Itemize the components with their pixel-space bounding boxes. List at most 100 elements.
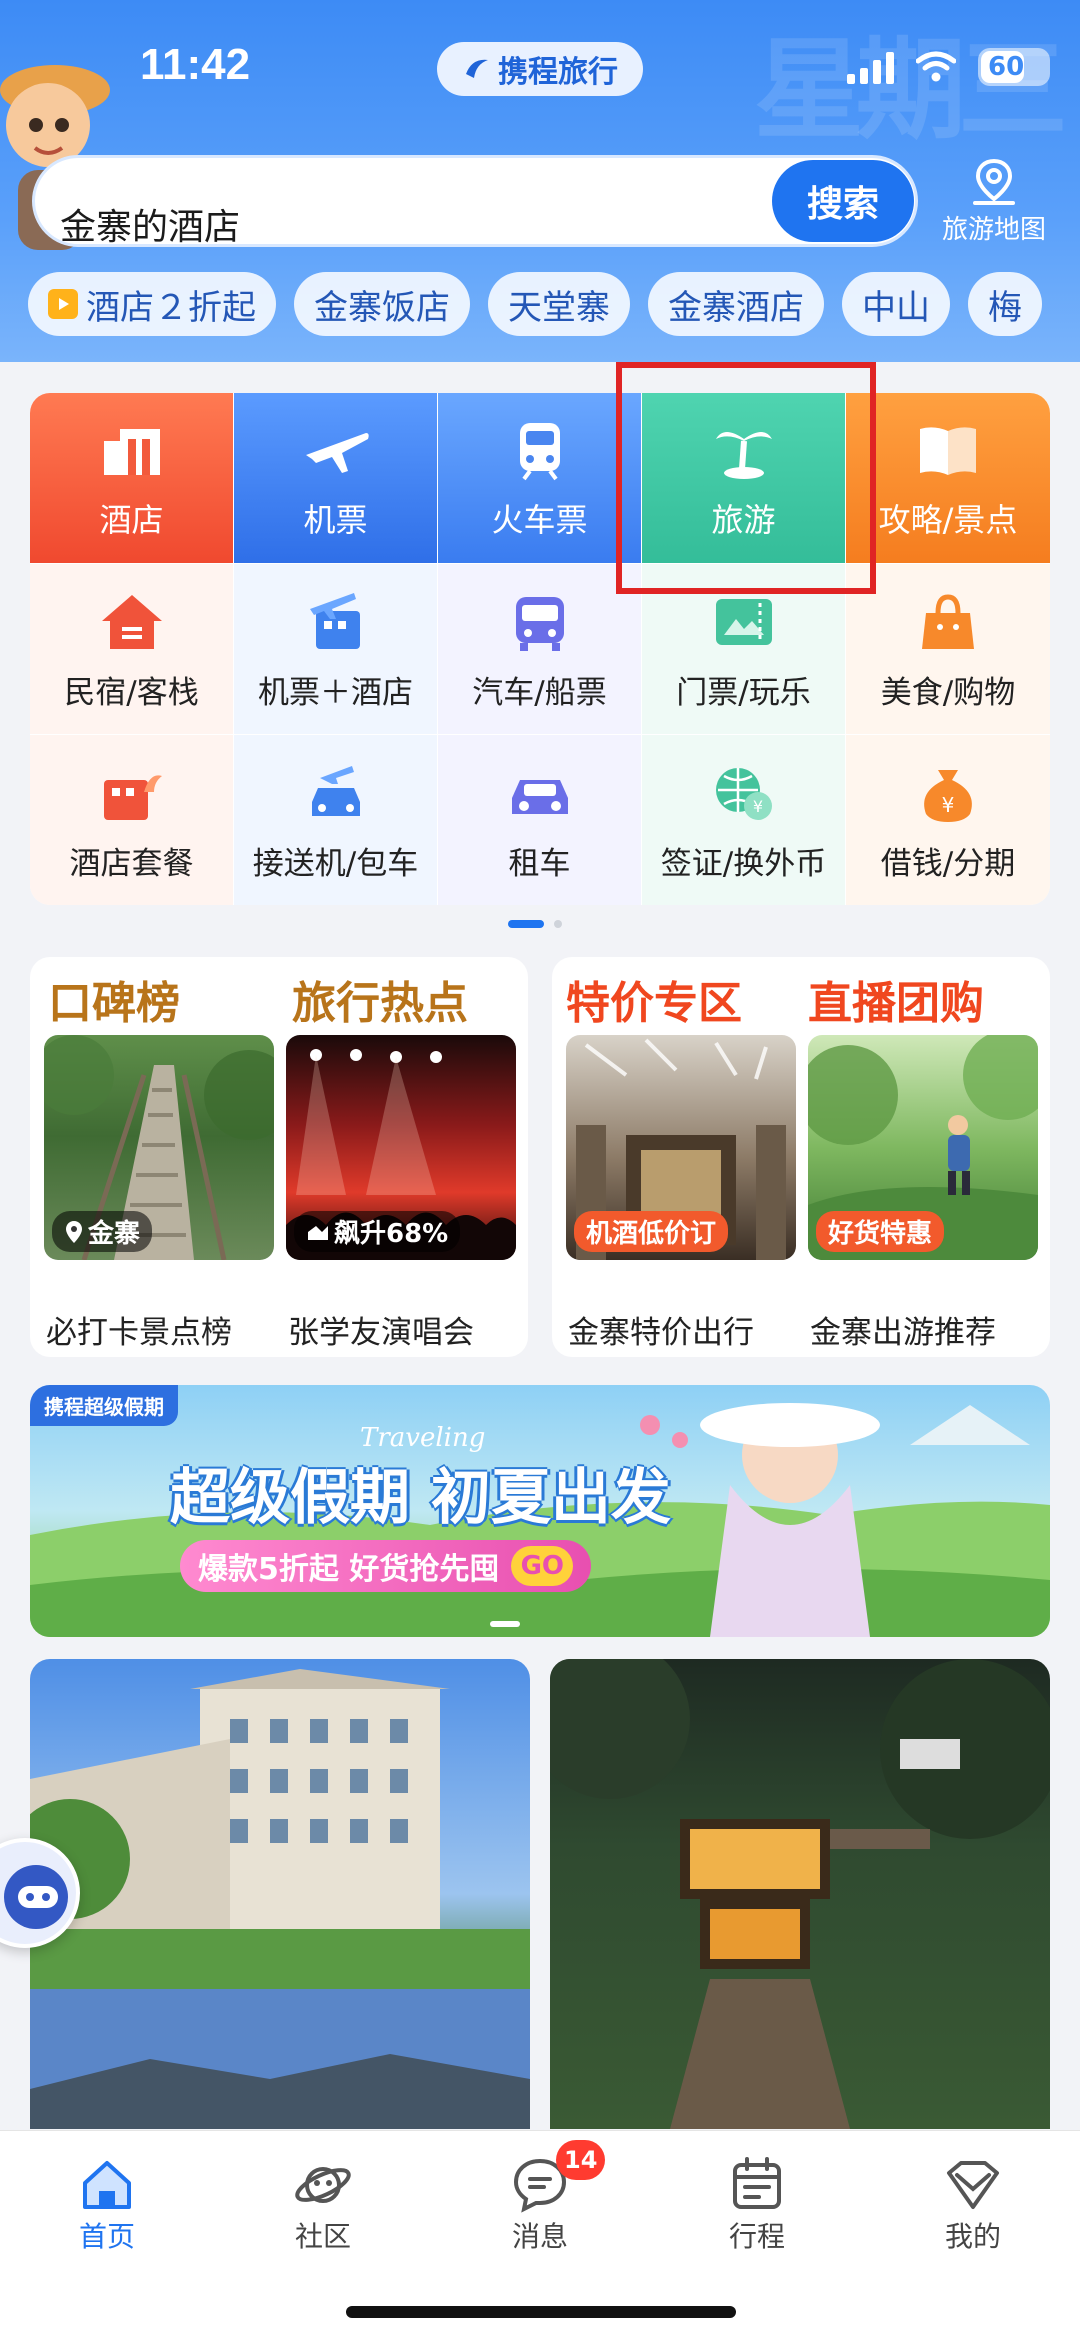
car-transfer-icon [311,766,360,816]
assistant-floating-button[interactable] [0,1838,80,1948]
hotel-icon [103,429,160,475]
caption-scenic[interactable]: 必打卡景点榜 [46,1307,232,1352]
tile-label: 酒店 [99,501,164,539]
tile-loan-installment[interactable]: ¥ 借钱/分期 [846,735,1050,905]
car-icon [511,780,568,814]
card-title-deals[interactable]: 特价专区 [566,967,742,1031]
tile-flight[interactable]: 机票 [234,393,437,563]
tile-car-rental[interactable]: 租车 [438,735,641,905]
nav-label: 社区 [294,2220,351,2253]
chip-jinzhai-hotel[interactable]: 金寨酒店 [648,272,824,336]
chip-label: 酒店２折起 [86,287,256,328]
cellular-signal-icon [847,50,894,84]
house-icon [101,595,162,649]
nav-community[interactable]: 社区 [258,2155,388,2255]
discount-tag: 好货特惠 [816,1211,945,1252]
status-time: 11:42 [140,40,251,89]
feed-hotel-image[interactable] [30,1659,530,2129]
caption-concert[interactable]: 张学友演唱会 [288,1307,474,1352]
nav-itinerary[interactable]: 行程 [692,2155,822,2255]
tile-label: 门票/玩乐 [676,675,811,711]
deal-tag: 机酒低价订 [574,1211,729,1252]
thumb-concert[interactable]: 飙升68% [286,1035,516,1260]
caption-recommend[interactable]: 金寨出游推荐 [810,1307,996,1352]
chip-mei[interactable]: 梅 [968,272,1042,336]
tile-train[interactable]: 火车票 [438,393,641,563]
caption-deal[interactable]: 金寨特价出行 [568,1307,754,1352]
robot-assistant-icon [4,1865,68,1929]
tile-homestay[interactable]: 民宿/客栈 [30,564,233,734]
thumb-scenic-stairs[interactable]: 金寨 [44,1035,274,1260]
tile-label: 火车票 [491,501,588,539]
tile-bus-ferry[interactable]: 汽车/船票 [438,564,641,734]
bus-icon [515,597,564,651]
location-tag: 金寨 [52,1211,153,1252]
tile-hotel[interactable]: 酒店 [30,393,233,563]
tile-label: 美食/购物 [880,675,1016,711]
map-pin-icon [973,158,1015,205]
chip-jinzhai-restaurant[interactable]: 金寨饭店 [294,272,470,336]
money-bag-icon: ¥ [924,770,972,822]
banner-indicator [490,1621,520,1627]
tile-flight-hotel[interactable]: 机票＋酒店 [234,564,437,734]
tile-label: 攻略/景点 [878,501,1018,539]
search-input[interactable]: 金寨的酒店 [60,198,240,250]
tile-food-shopping[interactable]: 美食/购物 [846,564,1050,734]
chip-label: 金寨酒店 [668,287,804,328]
tile-label: 酒店套餐 [69,846,194,882]
feed-treehouse-image[interactable] [550,1659,1050,2129]
shopping-bag-icon [922,594,974,649]
ctrip-logo-icon [466,59,488,78]
chip-label: 中山 [862,287,930,328]
chip-hotel-discount[interactable]: 酒店２折起 [28,272,276,336]
home-indicator [346,2306,736,2318]
trend-up-icon [308,1225,328,1240]
banner-headline: 超级假期 初夏出发 [170,1463,671,1533]
tile-hotel-package[interactable]: 酒店套餐 [30,735,233,905]
banner-go-button[interactable]: GO [511,1546,574,1586]
tile-label: 签证/换外币 [660,846,827,882]
diamond-icon [947,2161,999,2209]
tile-label: 租车 [508,846,571,882]
wifi-icon [916,51,956,82]
treehouse-image [550,1659,1050,2129]
banner-sub-pill: 爆款5折起 好货抢先囤 GO [180,1540,592,1592]
thumb-outdoor[interactable]: 好货特惠 [808,1035,1038,1260]
planet-icon [295,2167,351,2203]
brand-name: 携程旅行 [498,55,618,90]
home-icon [83,2161,131,2209]
status-icons: 60 [847,48,1050,86]
card-title-live[interactable]: 直播团购 [808,967,984,1031]
card-deals-live: 特价专区 直播团购 机酒低价订 金寨特价出行 好货特惠 金寨出游推荐 [552,957,1050,1357]
promo-banner[interactable]: 携程超级假期 Traveling 超级假期 初夏出发 爆款5折起 好货抢先囤 G… [30,1385,1050,1637]
airplane-icon [305,433,369,473]
tile-label: 借钱/分期 [880,846,1016,882]
location-tag-text: 金寨 [88,1219,141,1249]
hotel-building-image [30,1669,530,2129]
chip-zhongshan[interactable]: 中山 [842,272,950,336]
battery-icon: 60 [978,48,1050,86]
quick-chips: 酒店２折起 金寨饭店 天堂寨 金寨酒店 中山 梅 [28,272,1042,336]
chip-tiantangzhai[interactable]: 天堂寨 [488,272,630,336]
nav-label: 首页 [78,2220,135,2253]
tile-guide[interactable]: 攻略/景点 [846,393,1050,563]
nav-home[interactable]: 首页 [42,2155,172,2255]
page-indicator [508,920,562,928]
battery-level: 60 [988,52,1025,82]
card-title-ranking[interactable]: 口碑榜 [48,967,180,1031]
visa-currency-icon: ¥ [715,768,772,820]
tile-label: 民宿/客栈 [64,675,199,711]
search-button[interactable]: 搜索 [772,160,914,242]
train-icon [519,423,560,481]
nav-label: 我的 [944,2220,1001,2253]
service-grid: 酒店 机票 火车票 旅游 攻略/景点 民宿/客栈 机票＋酒店 汽车/船票 门票/… [30,393,1050,905]
travel-map-button[interactable]: 旅游地图 [934,155,1054,255]
tile-visa-currency[interactable]: ¥ 签证/换外币 [642,735,845,905]
tile-airport-transfer[interactable]: 接送机/包车 [234,735,437,905]
brand-pill[interactable]: 携程旅行 [437,42,643,96]
nav-label: 行程 [728,2220,785,2253]
thumb-hotel-lobby[interactable]: 机酒低价订 [566,1035,796,1260]
card-title-hot[interactable]: 旅行热点 [292,967,468,1031]
banner-sub: 爆款5折起 好货抢先囤 [198,1552,500,1587]
nav-profile[interactable]: 我的 [908,2155,1038,2255]
